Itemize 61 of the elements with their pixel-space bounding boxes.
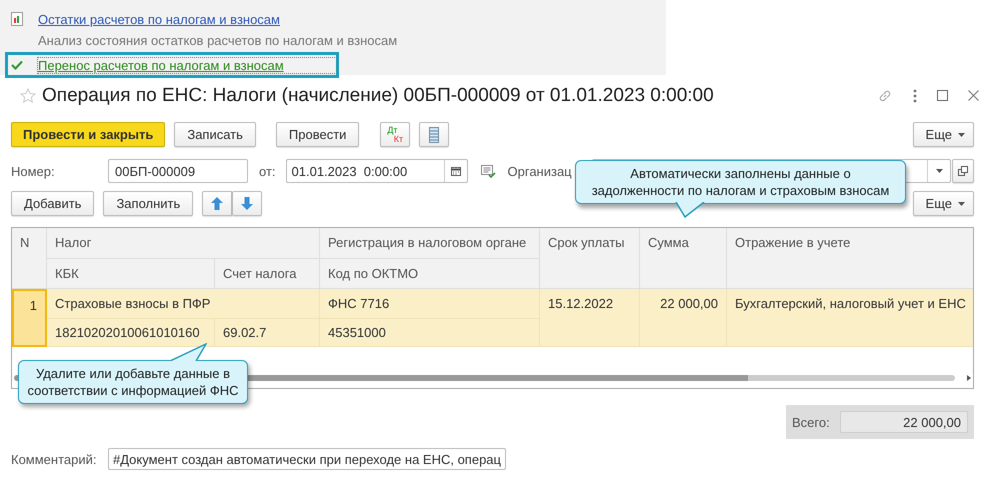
open-button[interactable] xyxy=(952,159,974,183)
document-check-icon xyxy=(480,164,496,178)
comment-field[interactable]: #Документ создан автоматически при переходе на ЕНС, операц xyxy=(108,448,506,470)
toolbar-button[interactable]: Записать xyxy=(174,122,256,147)
date-field[interactable]: 01.01.2023 0:00:00 xyxy=(286,159,468,183)
number-field[interactable]: 00БП-000009 xyxy=(108,159,248,183)
move-down-button[interactable] xyxy=(232,191,262,216)
total-field: 22 000,00 xyxy=(840,411,968,433)
check-icon xyxy=(11,60,23,70)
header-cell: Налог xyxy=(47,228,320,259)
header-cell: Срок уплаты xyxy=(540,228,640,289)
table-cell: 22 000,00 xyxy=(640,289,727,347)
list-button[interactable] xyxy=(419,122,450,147)
nav-description: Анализ состояния остатков расчетов по налогам и взносам xyxy=(38,32,398,50)
post-close-button[interactable]: Провести и закрыть xyxy=(11,122,166,147)
report-icon xyxy=(11,12,23,26)
table-cell: 45351000 xyxy=(320,319,540,347)
table-cell: 18210202010061010160 xyxy=(47,319,215,347)
totals-label: Всего: xyxy=(792,414,830,430)
toolbar-button[interactable]: Провести xyxy=(276,122,360,147)
calendar-icon xyxy=(450,166,461,176)
table-cell: Бухгалтерский, налоговый учет и ЕНС xyxy=(727,289,973,347)
field-label: Номер: xyxy=(11,164,56,178)
tooltip-pointer xyxy=(169,343,207,361)
field-label: Комментарий: xyxy=(11,452,98,466)
more-button[interactable]: Еще xyxy=(912,122,974,147)
tooltip-pointer xyxy=(675,202,705,218)
header-cell: КБК xyxy=(47,259,215,289)
star-icon xyxy=(20,88,36,104)
table-cell: 15.12.2022 xyxy=(540,289,640,347)
scroll-right-icon xyxy=(967,375,971,381)
table-button[interactable]: Добавить xyxy=(11,191,94,216)
maximize-icon xyxy=(937,90,948,101)
header-cell: Регистрация в налоговом органе xyxy=(320,228,540,259)
nav-link[interactable]: Остатки расчетов по налогам и взносам xyxy=(38,12,280,26)
nav-link[interactable]: Перенос расчетов по налогам и взносам xyxy=(38,58,336,72)
row-number-cell[interactable]: 1 xyxy=(12,289,47,347)
close-icon xyxy=(968,90,979,101)
open-icon xyxy=(958,166,968,176)
caret-icon xyxy=(958,202,965,206)
more-icon xyxy=(913,88,917,102)
move-up-button[interactable] xyxy=(202,191,232,216)
arrow-up-icon xyxy=(211,197,224,210)
field-label: от: xyxy=(259,164,276,178)
header-cell: N xyxy=(12,228,47,289)
list-icon xyxy=(429,126,440,142)
header-cell: Код по ОКТМО xyxy=(320,259,540,289)
table-cell: 69.02.7 xyxy=(215,319,320,347)
header-cell: Сумма xyxy=(640,228,727,289)
header-cell: Отражение в учете xyxy=(727,228,973,289)
field-label: Организац xyxy=(508,164,572,178)
header-cell: Счет налога xyxy=(215,259,320,289)
window-title: Операция по ЕНС: Налоги (начисление) 00БП-000009 от 01.01.2023 0:00:00 xyxy=(42,84,714,106)
debit-credit-button[interactable]: Дт Кт xyxy=(380,122,410,147)
table-button[interactable]: Заполнить xyxy=(103,191,194,216)
table-cell: Страховые взносы в ПФР xyxy=(47,289,320,319)
caret-icon xyxy=(958,132,965,136)
arrow-down-icon xyxy=(241,197,254,210)
caret-icon xyxy=(936,169,942,173)
more-button[interactable]: Еще xyxy=(912,191,974,216)
table-cell: ФНС 7716 xyxy=(320,289,540,319)
